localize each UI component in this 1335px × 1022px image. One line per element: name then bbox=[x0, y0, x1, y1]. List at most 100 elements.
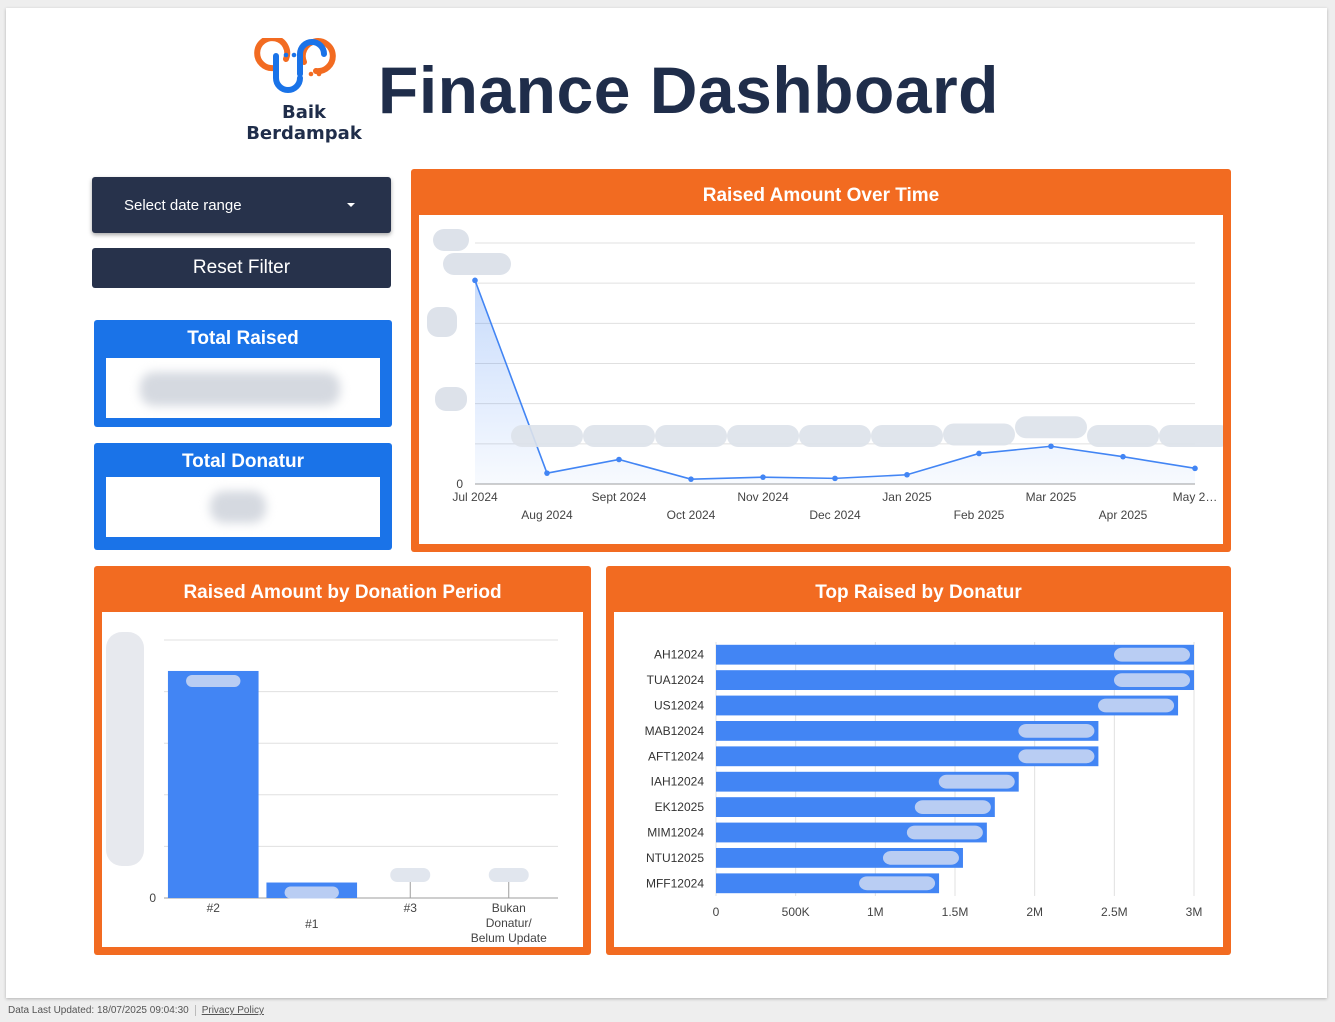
series-area bbox=[475, 280, 1195, 484]
redacted-data-label bbox=[1114, 673, 1190, 688]
redacted-data-label bbox=[1015, 416, 1087, 439]
x-tick-label: #2 bbox=[207, 901, 221, 915]
redacted-data-label bbox=[488, 868, 529, 882]
y-category-label: IAH12024 bbox=[651, 775, 705, 789]
x-tick-label: Sept 2024 bbox=[592, 490, 647, 504]
x-tick-label: Belum Update bbox=[471, 931, 547, 945]
x-tick-label: Dec 2024 bbox=[809, 508, 861, 522]
redacted-axis-label bbox=[427, 307, 457, 337]
series-line bbox=[474, 280, 1196, 480]
data-point bbox=[688, 476, 694, 482]
redacted-axis-label bbox=[443, 253, 511, 275]
reset-filter-button[interactable]: Reset Filter bbox=[92, 248, 391, 288]
footer-divider bbox=[194, 1005, 196, 1016]
y-category-label: MIM12024 bbox=[647, 826, 704, 840]
data-point bbox=[904, 471, 910, 478]
redacted-axis-label bbox=[435, 387, 467, 411]
y-category-label: NTU12025 bbox=[646, 851, 704, 865]
redacted-data-label bbox=[390, 868, 431, 882]
chart-body-by-donatur: 0 500K 1M 1.5M 2M 2.5M 3M AH12024 TUA12024 US1202… bbox=[614, 612, 1223, 947]
y-category-label: TUA12024 bbox=[647, 673, 705, 687]
chart-card-by-period: Raised Amount by Donation Period 0 #2 #1 #3… bbox=[94, 566, 591, 955]
redacted-data-label bbox=[943, 423, 1015, 446]
x-tick-label: Jul 2024 bbox=[452, 490, 498, 504]
redacted-data-label bbox=[1087, 425, 1159, 447]
last-updated-text: Data Last Updated: 18/07/2025 09:04:30 bbox=[8, 1005, 189, 1017]
chart-title-over-time: Raised Amount Over Time bbox=[702, 185, 940, 206]
chart-title-by-donatur: Top Raised by Donatur bbox=[815, 582, 1022, 603]
data-point bbox=[1048, 443, 1054, 450]
x-tick-label: May 2… bbox=[1173, 490, 1218, 504]
redacted-data-label bbox=[799, 425, 871, 447]
logo-mark-icon bbox=[254, 35, 336, 93]
redacted-data-label bbox=[583, 425, 655, 447]
y-category-label: US12024 bbox=[654, 699, 704, 713]
x-tick-label: Oct 2024 bbox=[667, 508, 716, 522]
redacted-data-label bbox=[859, 876, 936, 891]
redacted-axis-label bbox=[433, 229, 469, 251]
x-tick-label: #1 bbox=[305, 917, 319, 931]
y-category-label: EK12025 bbox=[655, 800, 705, 814]
kpi-total-raised-title: Total Raised bbox=[187, 328, 299, 349]
kpi-total-donatur-title: Total Donatur bbox=[181, 451, 305, 472]
redacted-data-label bbox=[1018, 749, 1095, 764]
x-tick-label: Nov 2024 bbox=[737, 490, 789, 504]
x-tick-label: 1.5M bbox=[942, 905, 969, 919]
x-tick-label: #3 bbox=[404, 901, 418, 915]
y-tick-label: 0 bbox=[149, 891, 156, 905]
redacted-data-label bbox=[906, 825, 983, 840]
privacy-policy-link[interactable]: Privacy Policy bbox=[202, 1005, 264, 1016]
date-range-select[interactable]: Select date range bbox=[92, 177, 391, 233]
redacted-data-label bbox=[1098, 698, 1175, 713]
x-tick-label: 0 bbox=[713, 905, 720, 919]
x-tick-label: 2.5M bbox=[1101, 905, 1128, 919]
data-point bbox=[544, 470, 550, 476]
redacted-data-label bbox=[655, 425, 727, 447]
x-tick-label: Feb 2025 bbox=[954, 508, 1005, 522]
chart-title-by-period: Raised Amount by Donation Period bbox=[183, 582, 502, 603]
kpi-total-raised: Total Raised bbox=[94, 320, 392, 427]
y-category-label: MFF12024 bbox=[646, 876, 704, 890]
data-point bbox=[1120, 453, 1126, 460]
x-tick-label: 3M bbox=[1186, 905, 1203, 919]
redacted-value bbox=[210, 491, 266, 523]
redacted-y-axis-labels bbox=[106, 632, 144, 866]
brand-logo: Baik Berdampak bbox=[242, 35, 366, 148]
redacted-data-label bbox=[882, 850, 959, 865]
chart-card-by-donatur: Top Raised by Donatur 0 500K 1M 1.5M 2M 2.5M 3… bbox=[606, 566, 1231, 955]
donatur-bar-chart: 0 500K 1M 1.5M 2M 2.5M 3M AH12024 TUA12024 US1202… bbox=[645, 642, 1203, 919]
x-tick-label: 1M bbox=[867, 905, 884, 919]
redacted-data-label bbox=[1018, 723, 1095, 738]
logo-text-berdampak: Berdampak bbox=[246, 123, 362, 144]
logo-text-baik: Baik bbox=[281, 102, 326, 123]
data-point bbox=[1192, 465, 1198, 472]
redacted-data-label bbox=[1114, 647, 1190, 662]
x-tick-label: Apr 2025 bbox=[1099, 508, 1148, 522]
line-chart: 0Jul 2024 Aug 2024 Sept 2024 Oct 2024 Nov 20… bbox=[427, 229, 1223, 522]
redacted-data-label bbox=[1159, 425, 1223, 447]
x-tick-label: Bukan bbox=[492, 901, 526, 915]
redacted-data-label bbox=[871, 425, 943, 447]
caret-down-icon bbox=[347, 203, 355, 207]
y-tick-label: 0 bbox=[456, 477, 463, 491]
footer: Data Last Updated: 18/07/2025 09:04:30 Pr… bbox=[8, 1005, 264, 1016]
date-range-label: Select date range bbox=[124, 197, 242, 214]
redacted-data-label bbox=[938, 774, 1015, 789]
redacted-data-label bbox=[284, 886, 339, 899]
x-tick-label: Mar 2025 bbox=[1026, 490, 1077, 504]
y-category-label: AFT12024 bbox=[648, 749, 704, 763]
x-tick-label: Donatur/ bbox=[486, 916, 533, 930]
chart-card-over-time: Raised Amount Over Time 0 Jul 2024 Aug 202… bbox=[411, 169, 1231, 552]
data-point bbox=[976, 450, 982, 457]
data-point bbox=[760, 474, 766, 480]
x-tick-label: Aug 2024 bbox=[521, 508, 573, 522]
x-tick-label: 2M bbox=[1026, 905, 1043, 919]
redacted-data-label bbox=[511, 425, 583, 447]
x-tick-label: Jan 2025 bbox=[882, 490, 932, 504]
period-bar-chart: 0 #2 #1 #3 BukanDonatur/Belum Update bbox=[106, 632, 558, 945]
dashboard-page: Baik Berdampak Finance Dashboard Select … bbox=[6, 8, 1327, 998]
kpi-total-donatur: Total Donatur bbox=[94, 443, 392, 550]
chart-body-by-period: 0 #2 #1 #3 Bukan Donatur/Belum Update bbox=[102, 612, 583, 947]
x-tick-label: 500K bbox=[782, 905, 810, 919]
bar bbox=[167, 670, 259, 898]
